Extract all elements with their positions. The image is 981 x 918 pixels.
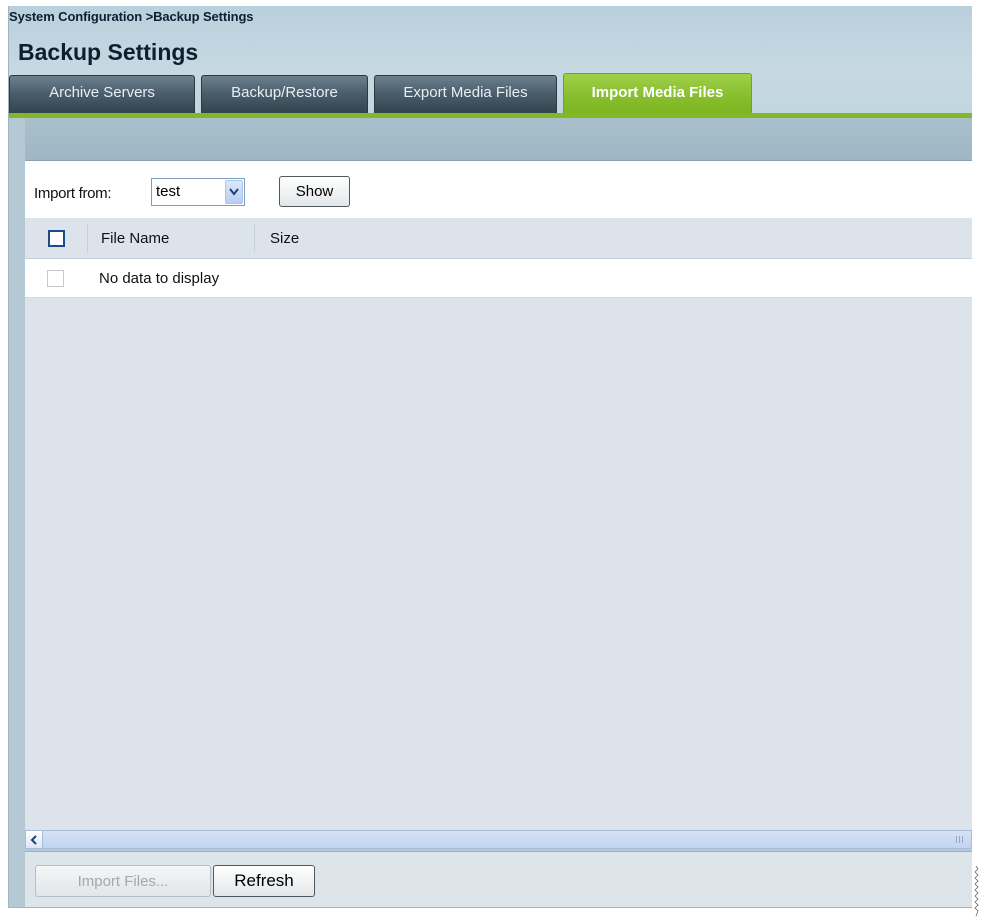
show-button[interactable]: Show — [279, 176, 350, 207]
left-panel-edge — [8, 118, 25, 908]
chevron-down-icon[interactable] — [225, 180, 243, 204]
footer-action-bar: Import Files... Refresh — [25, 851, 972, 908]
media-files-table: File Name Size No data to display — [8, 218, 972, 830]
page-title: Backup Settings — [18, 39, 199, 65]
column-header-file-name[interactable]: File Name — [101, 230, 169, 247]
import-files-button: Import Files... — [35, 865, 211, 897]
column-divider — [87, 224, 88, 252]
scroll-left-button[interactable] — [26, 831, 43, 848]
tab-export-media-files[interactable]: Export Media Files — [374, 75, 557, 113]
torn-edge-icon — [974, 866, 979, 916]
select-all-checkbox[interactable] — [48, 230, 65, 247]
chevron-left-icon — [30, 834, 37, 845]
column-divider — [254, 224, 255, 252]
page-header: System Configuration >Backup Settings Ba… — [8, 6, 972, 116]
column-header-size[interactable]: Size — [270, 230, 299, 247]
empty-table-message: No data to display — [99, 270, 220, 287]
tab-backup-restore[interactable]: Backup/Restore — [201, 75, 368, 113]
table-header: File Name Size — [8, 218, 972, 259]
breadcrumb[interactable]: System Configuration >Backup Settings — [9, 9, 254, 24]
scroll-thumb-grip-icon[interactable] — [956, 836, 965, 843]
tab-label: Import Media Files — [591, 84, 724, 101]
tab-archive-servers[interactable]: Archive Servers — [9, 75, 195, 113]
import-from-select[interactable]: test — [151, 178, 245, 206]
tab-label: Archive Servers — [49, 84, 155, 101]
tab-import-media-files[interactable]: Import Media Files — [563, 73, 752, 115]
backup-settings-panel: System Configuration >Backup Settings Ba… — [8, 6, 972, 908]
row-checkbox — [47, 270, 64, 287]
import-from-selected-value: test — [156, 183, 181, 200]
toolbar-band — [8, 118, 972, 161]
horizontal-scrollbar[interactable] — [25, 830, 972, 849]
table-row: No data to display — [8, 259, 972, 298]
tab-label: Export Media Files — [403, 84, 528, 101]
import-filter-row: Import from: test Show — [8, 161, 972, 219]
refresh-button[interactable]: Refresh — [213, 865, 315, 897]
import-from-label: Import from: — [34, 185, 112, 202]
tab-label: Backup/Restore — [231, 84, 338, 101]
